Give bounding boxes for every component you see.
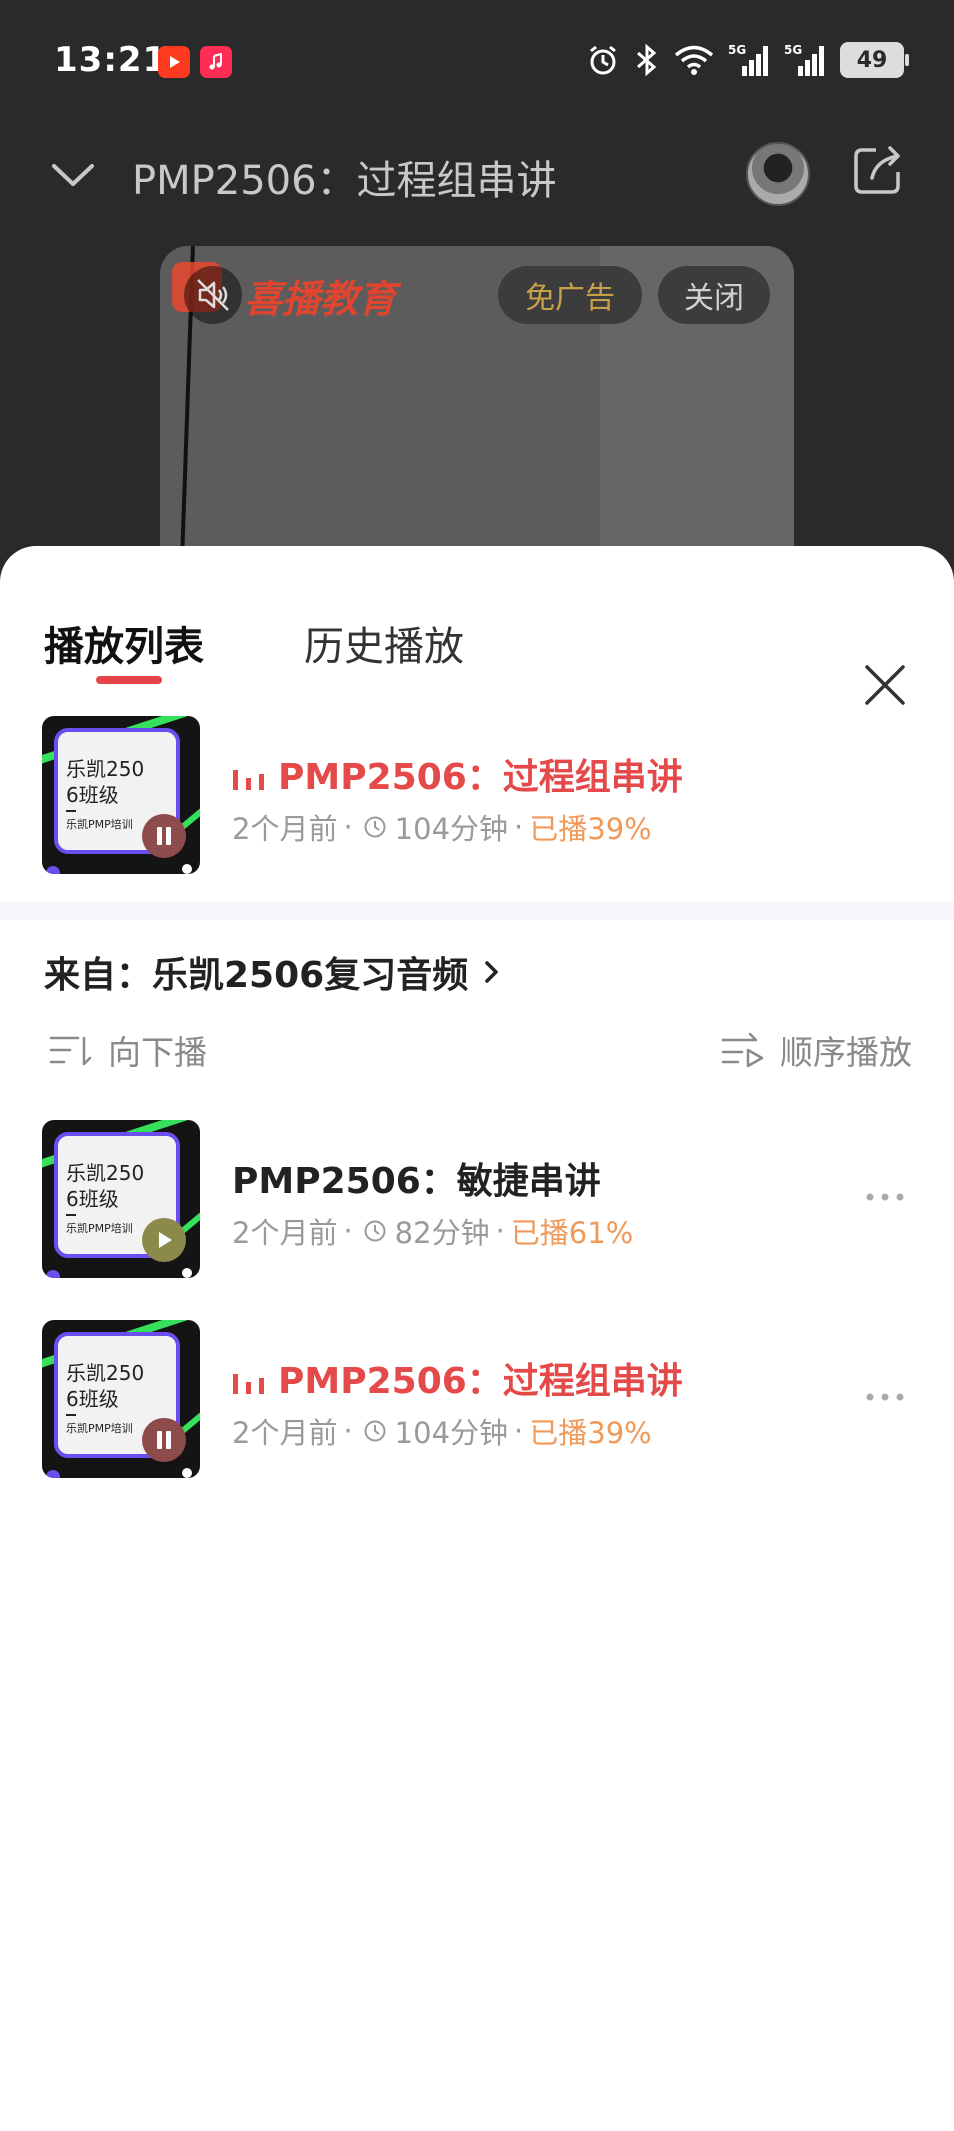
- music-app-icon: [200, 46, 232, 78]
- battery-indicator: 49: [840, 42, 909, 78]
- track-age: 2个月前: [232, 812, 338, 846]
- play-direction-button[interactable]: 向下播: [48, 1026, 207, 1074]
- track-meta: 2个月前 · 104分钟 · 已播39%: [232, 806, 652, 848]
- status-bar: 13:21 5G 5G 49: [0, 0, 954, 120]
- sort-down-icon: [49, 1036, 92, 1066]
- section-divider: [0, 902, 954, 920]
- cover-text-line2: 6班级: [66, 783, 119, 807]
- bluetooth-icon: [637, 43, 657, 77]
- speaker-muted-icon: [197, 279, 229, 311]
- alarm-icon: [590, 45, 616, 75]
- cover-text-line1: 乐凯250: [66, 757, 145, 781]
- track-cover: 乐凯250 6班级 乐凯PMP培训: [42, 1320, 200, 1478]
- track-title-row: PMP2506：过程组串讲: [232, 748, 683, 800]
- svg-text:5G: 5G: [728, 43, 746, 57]
- track-cover: 乐凯250 6班级 乐凯PMP培训: [42, 1120, 200, 1278]
- album-source-label: 来自：乐凯2506复习音频: [44, 955, 469, 996]
- current-track[interactable]: 乐凯250 6班级 乐凯PMP培训 PMP2506：过程组串讲 2个月前 · 104…: [0, 716, 954, 876]
- tab-playlist[interactable]: 播放列表: [44, 614, 204, 672]
- svg-text:5G: 5G: [784, 43, 802, 57]
- play-order-label: 顺序播放: [780, 1033, 912, 1072]
- signal-5g-icon: 5G: [728, 43, 768, 76]
- page-title: PMP2506：过程组串讲: [132, 158, 557, 204]
- close-icon[interactable]: [860, 660, 910, 710]
- ad-brand-text: 喜播教育: [244, 277, 397, 321]
- system-icons: 5G 5G 49: [586, 40, 909, 80]
- share-icon[interactable]: [852, 144, 904, 196]
- remove-ads-button[interactable]: 免广告: [498, 266, 642, 324]
- video-app-icon: [158, 46, 190, 78]
- track-title: PMP2506：敏捷串讲: [232, 1161, 601, 1202]
- sheet-tabs: 播放列表 历史播放: [0, 600, 954, 705]
- close-ad-button[interactable]: 关闭: [658, 266, 770, 324]
- avatar[interactable]: [746, 142, 810, 206]
- track-meta: 2个月前 · 82分钟 · 已播61%: [232, 1210, 633, 1252]
- track-cover: 乐凯250 6班级 乐凯PMP培训: [42, 716, 200, 874]
- player-header: PMP2506：过程组串讲: [0, 130, 954, 220]
- track-progress: 已播39%: [529, 812, 652, 846]
- chevron-down-icon[interactable]: [48, 150, 98, 200]
- track-duration: 82分钟: [394, 1216, 490, 1250]
- chevron-right-icon: [485, 961, 498, 983]
- more-options-icon[interactable]: [860, 1382, 910, 1412]
- play-button[interactable]: [142, 1218, 186, 1262]
- cover-subtitle: 乐凯PMP培训: [66, 1422, 133, 1435]
- pause-icon: [157, 1431, 171, 1449]
- track-title: PMP2506：过程组串讲: [278, 757, 683, 798]
- pause-icon: [157, 827, 171, 845]
- track-age: 2个月前: [232, 1416, 338, 1450]
- status-time: 13:21: [54, 40, 168, 80]
- cover-text-line1: 乐凯250: [66, 1161, 145, 1185]
- playlist-sheet: 播放列表 历史播放 乐凯250 6班级 乐凯PMP培训 PMP2506：过程组串讲…: [0, 546, 954, 2131]
- list-item[interactable]: 乐凯250 6班级 乐凯PMP培训 PMP2506：过程组串讲 2个月前 · 104…: [0, 1320, 954, 1480]
- play-direction-label: 向下播: [108, 1033, 207, 1072]
- cover-subtitle: 乐凯PMP培训: [66, 1222, 133, 1235]
- pause-button[interactable]: [142, 1418, 186, 1462]
- sequential-play-icon: [721, 1032, 764, 1068]
- track-title: PMP2506：过程组串讲: [278, 1361, 683, 1402]
- track-title-row: PMP2506：过程组串讲: [232, 1352, 683, 1404]
- album-source-link[interactable]: 来自：乐凯2506复习音频: [44, 946, 506, 998]
- signal-5g-icon-2: 5G: [784, 43, 824, 76]
- clock-icon: [364, 816, 386, 838]
- play-icon: [159, 1232, 172, 1248]
- cover-text-line2: 6班级: [66, 1387, 119, 1411]
- list-item[interactable]: 乐凯250 6班级 乐凯PMP培训 PMP2506：敏捷串讲 2个月前 · 82分钟…: [0, 1120, 954, 1280]
- now-playing-bars-icon: [233, 1374, 264, 1394]
- cover-text-line2: 6班级: [66, 1187, 119, 1211]
- track-progress: 已播39%: [529, 1416, 652, 1450]
- track-duration: 104分钟: [394, 812, 509, 846]
- track-title-row: PMP2506：敏捷串讲: [232, 1152, 601, 1204]
- play-order-button[interactable]: 顺序播放: [720, 1026, 912, 1074]
- mute-button[interactable]: [184, 266, 242, 324]
- clock-icon: [364, 1420, 386, 1442]
- cover-text-line1: 乐凯250: [66, 1361, 145, 1385]
- track-duration: 104分钟: [394, 1416, 509, 1450]
- track-age: 2个月前: [232, 1216, 338, 1250]
- tab-active-indicator: [96, 676, 162, 684]
- more-options-icon[interactable]: [860, 1182, 910, 1212]
- track-meta: 2个月前 · 104分钟 · 已播39%: [232, 1410, 652, 1452]
- track-progress: 已播61%: [510, 1216, 634, 1250]
- cover-subtitle: 乐凯PMP培训: [66, 818, 133, 831]
- tab-history[interactable]: 历史播放: [304, 614, 464, 672]
- wifi-icon: [674, 45, 714, 75]
- pause-button[interactable]: [142, 814, 186, 858]
- clock-icon: [364, 1220, 386, 1242]
- now-playing-bars-icon: [233, 770, 264, 790]
